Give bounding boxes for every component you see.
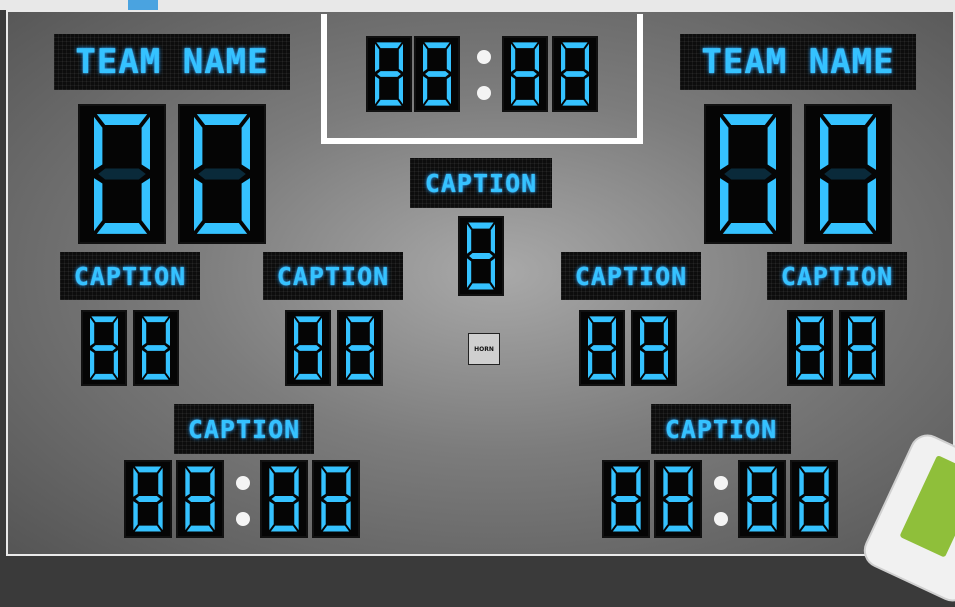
clock-colon: [477, 50, 491, 64]
guest-team-name: TEAM NAME: [680, 34, 916, 90]
guest-stat2-digit: [839, 310, 885, 386]
clock-digit: [414, 36, 460, 112]
clock-digit: [502, 36, 548, 112]
guest-penalty-colon: [714, 512, 728, 526]
guest-stat1-caption: CAPTION: [561, 252, 701, 300]
guest-penalty-caption: CAPTION: [651, 404, 791, 454]
guest-penalty-digit: [790, 460, 838, 538]
guest-penalty-digit: [738, 460, 786, 538]
home-stat2-caption: CAPTION: [263, 252, 403, 300]
home-score-digit: [78, 104, 166, 244]
home-penalty-digit: [124, 460, 172, 538]
home-stat1-digit: [133, 310, 179, 386]
top-tab: [128, 0, 158, 10]
guest-stat2-caption: CAPTION: [767, 252, 907, 300]
guest-penalty-colon: [714, 476, 728, 490]
guest-stat1-digit: [579, 310, 625, 386]
home-stat2-digit: [285, 310, 331, 386]
home-stat2-digit: [337, 310, 383, 386]
home-penalty-caption: CAPTION: [174, 404, 314, 454]
home-penalty-digit: [312, 460, 360, 538]
home-penalty-digit: [176, 460, 224, 538]
home-stat1-caption: CAPTION: [60, 252, 200, 300]
home-penalty-digit: [260, 460, 308, 538]
guest-penalty-digit: [602, 460, 650, 538]
guest-score-digit: [704, 104, 792, 244]
home-team-name: TEAM NAME: [54, 34, 290, 90]
home-stat1-digit: [81, 310, 127, 386]
home-score-digit: [178, 104, 266, 244]
guest-penalty-digit: [654, 460, 702, 538]
clock-colon: [477, 86, 491, 100]
clock-digit: [552, 36, 598, 112]
center-digit: [458, 216, 504, 296]
guest-stat1-digit: [631, 310, 677, 386]
phone-screen: [899, 454, 955, 558]
guest-score-digit: [804, 104, 892, 244]
center-caption: CAPTION: [410, 158, 552, 208]
guest-stat2-digit: [787, 310, 833, 386]
home-penalty-colon: [236, 476, 250, 490]
top-strip: [0, 0, 955, 10]
horn-button[interactable]: HORN: [468, 333, 500, 365]
home-penalty-colon: [236, 512, 250, 526]
clock-digit: [366, 36, 412, 112]
